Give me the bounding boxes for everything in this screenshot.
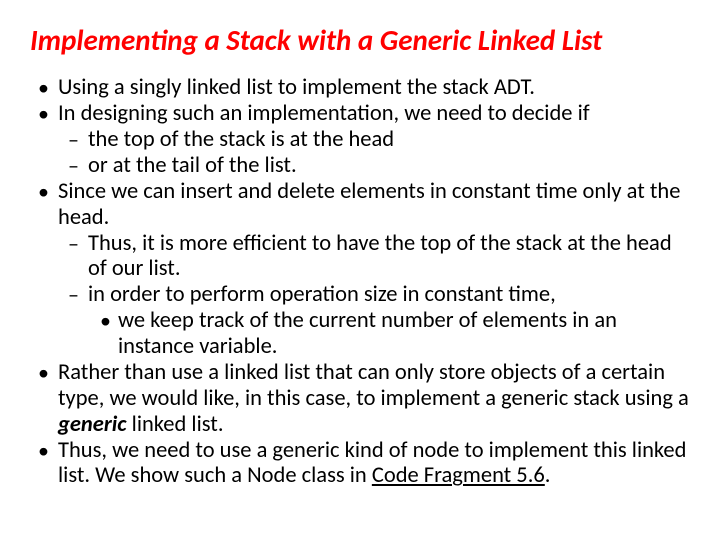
bullet-text: Since we can insert and delete elements … [58, 178, 680, 231]
slide: Implementing a Stack with a Generic Link… [0, 0, 720, 540]
bullet-text-pre: Rather than use a linked list that can o… [58, 359, 689, 412]
bullet-text: we keep track of the current number of e… [118, 307, 617, 360]
bullet-list: Using a singly linked list to implement … [30, 75, 690, 489]
bullet-text-post: linked list. [127, 411, 224, 438]
bullet-text: Using a singly linked list to implement … [58, 74, 535, 101]
bullet-item: Since we can insert and delete elements … [30, 179, 690, 360]
sub-bullet-item: the top of the stack is at the head [58, 127, 690, 153]
sub-bullet-item: in order to perform operation size in co… [58, 282, 690, 360]
sub-bullet-item: Thus, it is more efficient to have the t… [58, 231, 690, 283]
bullet-text: in order to perform operation size in co… [88, 281, 556, 308]
sub-list: Thus, it is more efficient to have the t… [58, 231, 690, 360]
code-fragment-link: Code Fragment 5.6 [372, 462, 545, 489]
bullet-text: the top of the stack is at the head [88, 126, 394, 153]
bullet-text-post: . [545, 462, 551, 489]
bullet-item: Rather than use a linked list that can o… [30, 360, 690, 438]
sub-sub-list: we keep track of the current number of e… [88, 308, 690, 360]
slide-title: Implementing a Stack with a Generic Link… [30, 24, 690, 57]
sub-bullet-item: or at the tail of the list. [58, 153, 690, 179]
bullet-text: Thus, it is more efficient to have the t… [88, 230, 672, 283]
bullet-item: In designing such an implementation, we … [30, 101, 690, 179]
bullet-item: Thus, we need to use a generic kind of n… [30, 438, 690, 490]
bullet-text-bold: generic [58, 411, 127, 438]
bullet-text: or at the tail of the list. [88, 152, 297, 179]
bullet-item: Using a singly linked list to implement … [30, 75, 690, 101]
bullet-text: In designing such an implementation, we … [58, 100, 590, 127]
sub-sub-bullet-item: we keep track of the current number of e… [88, 308, 690, 360]
sub-list: the top of the stack is at the head or a… [58, 127, 690, 179]
